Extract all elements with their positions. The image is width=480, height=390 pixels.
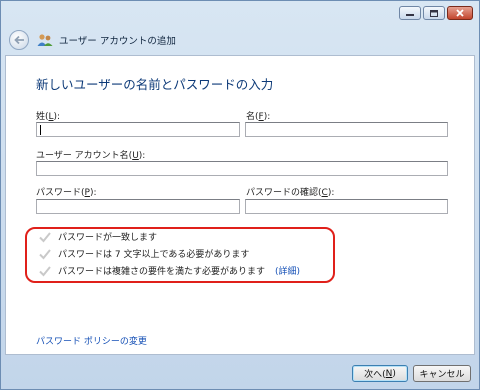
checkmark-icon: [39, 231, 51, 242]
close-icon: [456, 9, 464, 17]
requirement-item: パスワードは複雑さの要件を満たす必要があります (詳細): [38, 262, 300, 279]
checkmark-icon: [39, 265, 51, 276]
last-name-label: 姓(L):: [36, 112, 61, 122]
back-button[interactable]: [9, 30, 29, 50]
password-confirm-input[interactable]: [245, 199, 448, 214]
maximize-button[interactable]: [423, 6, 445, 20]
requirement-text: パスワードは複雑さの要件を満たす必要があります: [58, 267, 266, 277]
cancel-button[interactable]: キャンセル: [413, 365, 471, 382]
close-button[interactable]: [447, 6, 473, 20]
change-password-policy-link[interactable]: パスワード ポリシーの変更: [36, 334, 147, 347]
account-name-input[interactable]: [36, 161, 448, 176]
first-name-input[interactable]: [245, 122, 448, 137]
details-link[interactable]: (詳細): [275, 264, 300, 277]
user-accounts-icon: [37, 34, 53, 46]
maximize-icon: [430, 9, 438, 17]
next-button[interactable]: 次へ(N): [352, 365, 408, 382]
page-title: 新しいユーザーの名前とパスワードの入力: [36, 77, 274, 92]
password-confirm-label: パスワードの確認(C):: [246, 188, 335, 198]
password-label: パスワード(P):: [36, 188, 97, 198]
requirement-text: パスワードが一致します: [58, 233, 158, 243]
password-requirements-list: パスワードが一致します パスワードは 7 文字以上である必要があります パスワー…: [38, 228, 300, 279]
text-caret: [40, 125, 41, 135]
window-header: ユーザー アカウントの追加: [5, 27, 475, 53]
add-user-window: ユーザー アカウントの追加 新しいユーザーの名前とパスワードの入力 姓(L): …: [0, 0, 480, 390]
window-controls: [399, 6, 473, 20]
first-name-label: 名(F):: [246, 112, 271, 122]
last-name-input[interactable]: [36, 122, 240, 137]
checkmark-icon: [39, 248, 51, 259]
minimize-button[interactable]: [399, 6, 421, 20]
password-input[interactable]: [36, 199, 240, 214]
back-arrow-icon: [13, 35, 24, 45]
window-title: ユーザー アカウントの追加: [59, 36, 176, 47]
requirement-text: パスワードは 7 文字以上である必要があります: [58, 250, 250, 260]
minimize-icon: [406, 14, 414, 16]
requirement-item: パスワードは 7 文字以上である必要があります: [38, 245, 300, 262]
account-name-label: ユーザー アカウント名(U):: [36, 151, 146, 161]
requirement-item: パスワードが一致します: [38, 228, 300, 245]
